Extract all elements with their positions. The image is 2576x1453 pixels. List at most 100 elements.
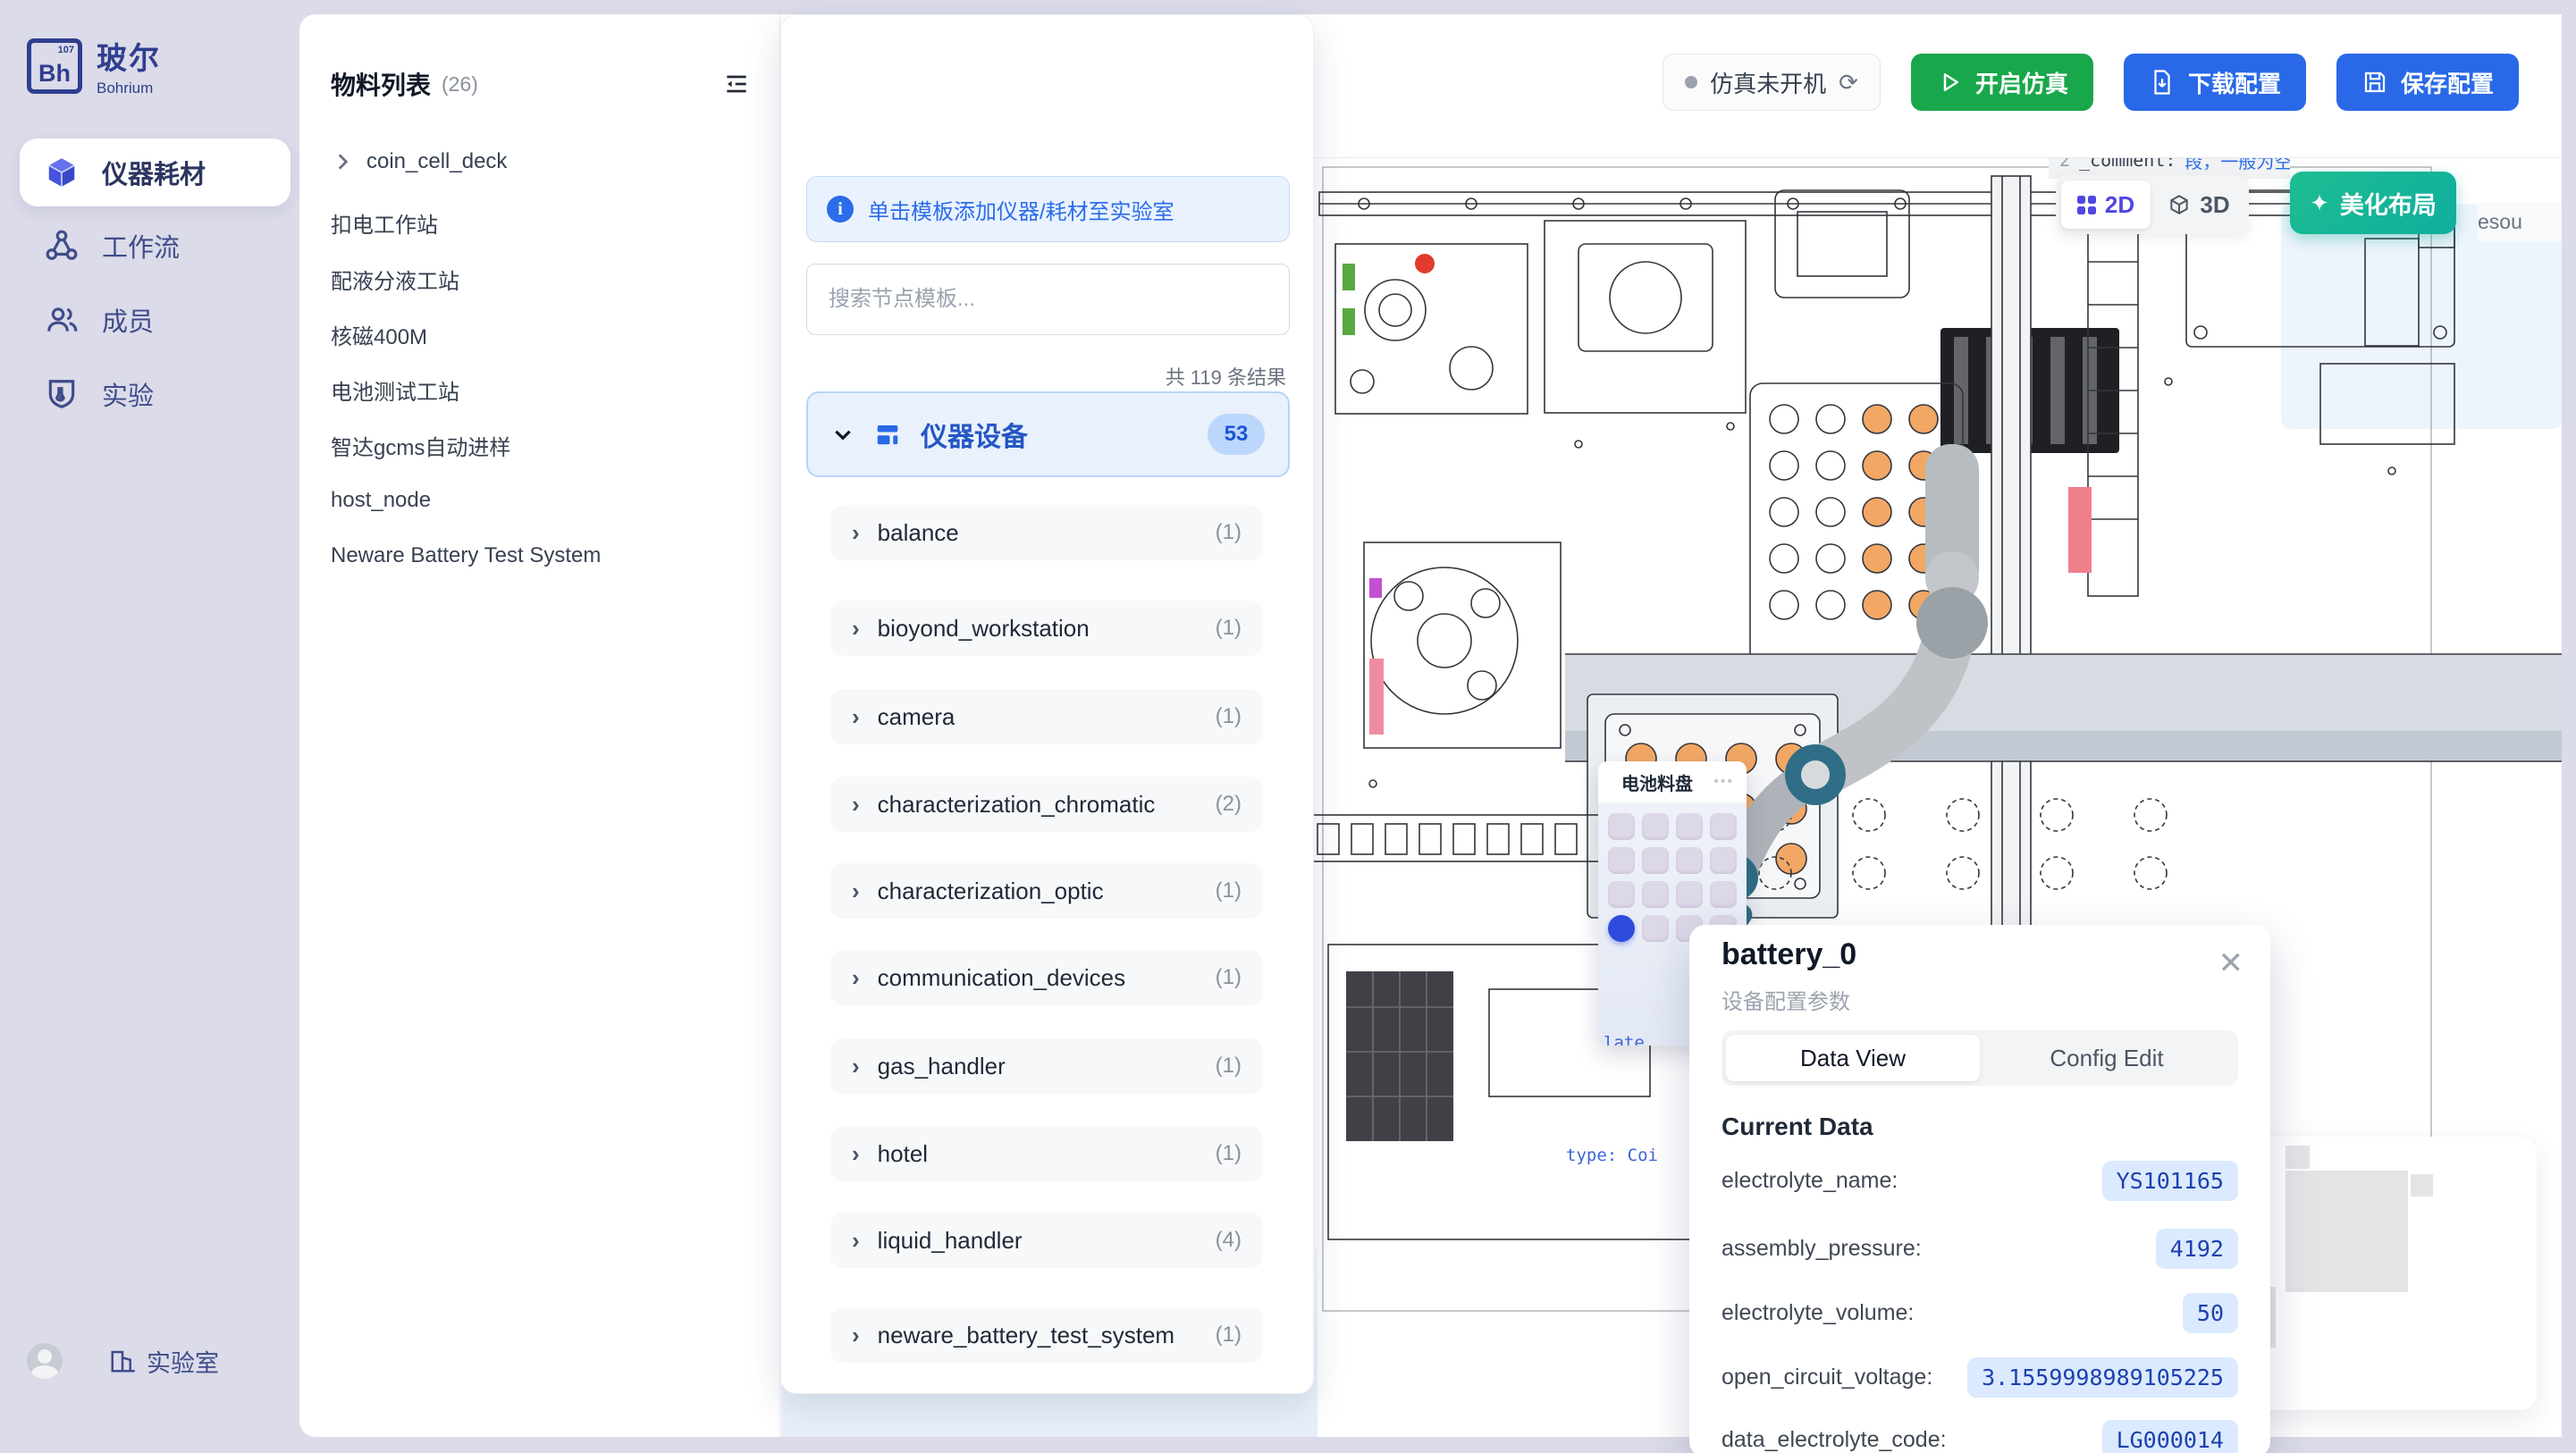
brand-subtitle: Bohrium [97, 80, 161, 97]
chevron-right-icon: › [852, 703, 860, 731]
field-value-chip: 50 [2183, 1293, 2238, 1333]
material-item-coin-cell-deck[interactable]: coin_cell_deck [331, 144, 751, 180]
material-item[interactable]: Neware Battery Test System [331, 538, 751, 574]
material-item[interactable]: host_node [331, 483, 751, 518]
tray-cell[interactable] [1676, 847, 1703, 874]
sidebar-item-workflow[interactable]: 工作流 [20, 214, 290, 277]
field-value-chip: 4192 [2156, 1229, 2238, 1269]
sidebar-item-instruments[interactable]: 仪器耗材 [20, 139, 290, 206]
experiment-shield-icon [45, 377, 79, 411]
template-item-neware-battery-test-system[interactable]: › neware_battery_test_system (1) [830, 1307, 1263, 1363]
play-icon [1936, 69, 1963, 96]
chevron-right-icon: › [852, 519, 860, 547]
start-simulation-button[interactable]: 开启仿真 [1911, 54, 2093, 111]
sidebar-item-members[interactable]: 成员 [20, 289, 290, 351]
field-row-data-electrolyte-code: data_electrolyte_code: LG000014 [1722, 1418, 2238, 1453]
material-item[interactable]: 配液分液工站 [331, 261, 751, 297]
node-type-label: type: Coi [1566, 1146, 1658, 1165]
field-row-electrolyte-name: electrolyte_name: YS101165 [1722, 1159, 2238, 1202]
tray-menu-icon[interactable]: ••• [1713, 774, 1734, 790]
tray-cell[interactable] [1676, 813, 1703, 840]
minimap-block [2411, 1174, 2433, 1197]
chevron-right-icon: › [852, 1227, 860, 1255]
tray-cell[interactable] [1710, 847, 1737, 874]
clipped-resource-label: esou [2478, 202, 2562, 241]
view-mode-toggle: 2D 3D [2056, 175, 2249, 234]
material-list-panel: 物料列表 (26) coin_cell_deck 扣电工作站 配液分液工站 核磁… [299, 14, 780, 1437]
template-item-bioyond-workstation[interactable]: › bioyond_workstation (1) [830, 601, 1263, 656]
current-data-heading: Current Data [1722, 1113, 1873, 1141]
tray-cell[interactable] [1710, 881, 1737, 908]
material-item[interactable]: 扣电工作站 [331, 205, 751, 240]
template-item-characterization-chromatic[interactable]: › characterization_chromatic (2) [830, 777, 1263, 832]
members-icon [45, 303, 79, 337]
tray-cell[interactable] [1642, 847, 1669, 874]
material-list-count: (26) [442, 72, 478, 97]
simulation-status-pill[interactable]: 仿真未开机 ⟳ [1663, 54, 1881, 111]
sidebar-item-experiments[interactable]: 实验 [20, 363, 290, 425]
field-row-assembly-pressure: assembly_pressure: 4192 [1722, 1227, 2238, 1270]
app-root: 2 _comment: 段，一般为空， stat esou 2D 3D ✦ 美化… [0, 0, 2576, 1453]
tray-cell[interactable] [1608, 813, 1635, 840]
lab-link[interactable]: 实验室 [109, 1344, 219, 1379]
close-icon[interactable]: ✕ [2218, 948, 2244, 978]
tab-data-view[interactable]: Data View [1726, 1035, 1980, 1081]
template-item-hotel[interactable]: › hotel (1) [830, 1126, 1263, 1181]
battery-config-popup: battery_0 设备配置参数 ✕ Data View Config Edit… [1689, 925, 2270, 1453]
tray-cell[interactable] [1608, 847, 1635, 874]
tray-cell[interactable] [1676, 881, 1703, 908]
category-instruments-header[interactable]: 仪器设备 53 [806, 391, 1290, 477]
toggle-2d-button[interactable]: 2D [2061, 181, 2151, 229]
tray-cell[interactable] [1642, 813, 1669, 840]
category-count-badge: 53 [1208, 414, 1265, 455]
chevron-right-icon: › [852, 791, 860, 819]
tray-cell[interactable] [1642, 881, 1669, 908]
chevron-right-icon [331, 150, 354, 173]
template-tip-banner: i 单击模板添加仪器/耗材至实验室 [806, 176, 1290, 242]
tray-cell-selected[interactable] [1608, 915, 1635, 942]
brand-name: 玻尔 [97, 34, 161, 78]
download-config-button[interactable]: 下载配置 [2124, 54, 2306, 111]
tray-plate-label: late [1604, 1033, 1645, 1046]
refresh-icon[interactable]: ⟳ [1839, 69, 1858, 97]
tray-cell[interactable] [1608, 881, 1635, 908]
template-item-liquid-handler[interactable]: › liquid_handler (4) [830, 1213, 1263, 1268]
material-item[interactable]: 智达gcms自动进样 [331, 427, 751, 463]
workflow-icon [45, 229, 79, 263]
battery-tray-title: 电池料盘 [1621, 769, 1693, 795]
template-item-gas-handler[interactable]: › gas_handler (1) [830, 1038, 1263, 1094]
template-item-balance[interactable]: › balance (1) [830, 505, 1263, 560]
user-avatar[interactable] [27, 1343, 63, 1379]
layout-grid-icon [874, 421, 901, 448]
status-dot-icon [1685, 76, 1697, 88]
tray-cell[interactable] [1710, 813, 1737, 840]
material-item[interactable]: 电池测试工站 [331, 372, 751, 407]
template-search-input[interactable] [806, 264, 1290, 335]
cube-3d-icon [2168, 193, 2191, 216]
popup-title: battery_0 [1722, 937, 1856, 972]
tray-cell[interactable] [1642, 915, 1669, 942]
save-icon [2361, 69, 2388, 96]
material-item[interactable]: 核磁400M [331, 316, 751, 352]
chevron-down-icon [831, 423, 854, 446]
info-icon: i [827, 196, 854, 223]
template-item-characterization-optic[interactable]: › characterization_optic (1) [830, 863, 1263, 919]
toggle-3d-button[interactable]: 3D [2154, 181, 2243, 229]
cube-icon [45, 155, 79, 189]
beautify-layout-button[interactable]: ✦ 美化布局 [2290, 172, 2456, 234]
sparkles-icon: ✦ [2310, 189, 2329, 217]
field-value-chip: 3.1559998989105225 [1967, 1357, 2238, 1398]
template-item-communication-devices[interactable]: › communication_devices (1) [830, 950, 1263, 1005]
simulation-status-text: 仿真未开机 [1710, 66, 1826, 99]
collapse-panel-icon[interactable] [722, 70, 751, 98]
grid-2d-icon [2077, 196, 2096, 214]
template-item-camera[interactable]: › camera (1) [830, 689, 1263, 744]
download-file-icon [2149, 69, 2176, 96]
save-config-button[interactable]: 保存配置 [2336, 54, 2519, 111]
chevron-right-icon: › [852, 1140, 860, 1168]
template-panel: i 单击模板添加仪器/耗材至实验室 共 119 条结果 仪器设备 53 › ba… [780, 14, 1314, 1394]
material-list-title: 物料列表 [331, 66, 431, 102]
battery-tray-header: 电池料盘 ••• [1598, 761, 1747, 802]
tab-config-edit[interactable]: Config Edit [1980, 1035, 2234, 1081]
field-value-chip: YS101165 [2102, 1161, 2238, 1201]
